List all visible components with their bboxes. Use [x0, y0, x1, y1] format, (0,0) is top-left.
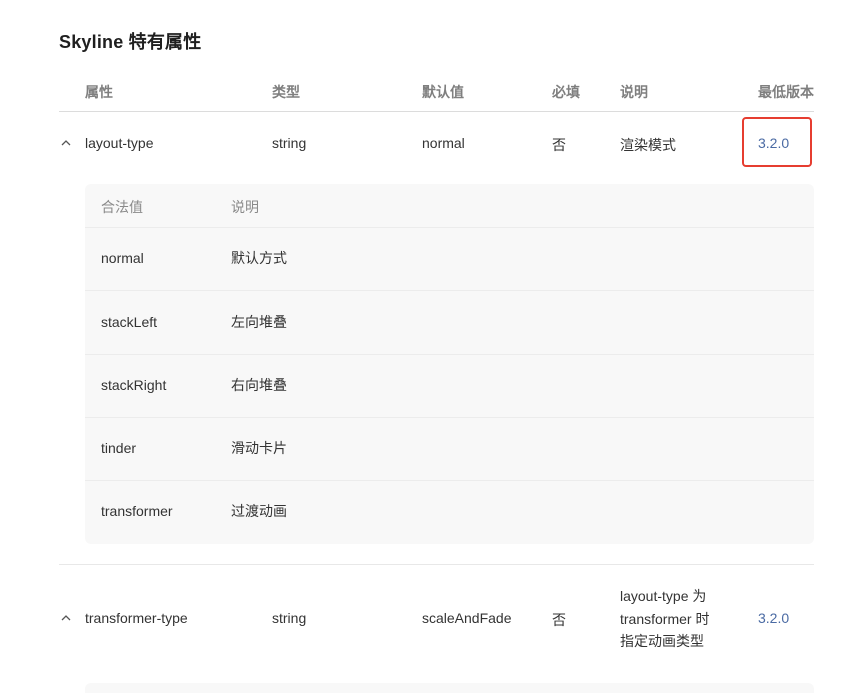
column-header-attr: 属性 [85, 84, 113, 100]
column-header-version: 最低版本 [758, 84, 814, 100]
attr-type: string [272, 610, 307, 626]
attr-default: scaleAndFade [422, 610, 512, 626]
value-desc: 左向堆叠 [231, 314, 287, 330]
value-desc: 默认方式 [231, 250, 287, 266]
attr-name[interactable]: transformer-type [85, 610, 188, 626]
attr-name[interactable]: layout-type [85, 135, 153, 151]
column-header-default: 默认值 [422, 84, 464, 100]
header-divider [59, 111, 814, 112]
values-row: normal 默认方式 [85, 227, 814, 290]
values-row: stackLeft 左向堆叠 [85, 291, 814, 354]
page: { "section": { "title": "Skyline 特有属性" }… [0, 0, 852, 693]
values-row: stackRight 右向堆叠 [85, 354, 814, 417]
row-divider [59, 564, 814, 565]
value-name: normal [101, 250, 144, 266]
attr-version-link[interactable]: 3.2.0 [758, 610, 789, 626]
attr-required: 否 [552, 612, 566, 628]
chevron-up-icon[interactable] [60, 612, 72, 624]
section-title: Skyline 特有属性 [59, 32, 202, 52]
attr-desc-line: 指定动画类型 [620, 633, 704, 649]
attr-type: string [272, 135, 307, 151]
value-name: stackRight [101, 377, 167, 393]
value-name: transformer [101, 503, 173, 519]
value-name: stackLeft [101, 314, 158, 330]
chevron-up-icon[interactable] [60, 137, 72, 149]
values-row: transformer 过渡动画 [85, 480, 814, 543]
attr-desc: 渲染模式 [620, 137, 676, 153]
attr-desc-line: transformer 时 [620, 610, 710, 627]
column-header-desc: 说明 [620, 84, 648, 100]
column-header-type: 类型 [272, 84, 300, 100]
values-table [85, 683, 814, 693]
value-name: tinder [101, 440, 137, 456]
value-desc: 滑动卡片 [231, 440, 287, 456]
highlight-box [742, 117, 812, 167]
values-header-desc: 说明 [231, 199, 259, 215]
values-row: tinder 滑动卡片 [85, 417, 814, 480]
attr-desc: layout-type 为 transformer 时 指定动画类型 [620, 585, 730, 653]
values-table: 合法值 说明 normal 默认方式 stackLeft 左向堆叠 stackR… [85, 184, 814, 544]
values-header-value: 合法值 [101, 199, 143, 215]
value-desc: 过渡动画 [231, 503, 287, 519]
attr-required: 否 [552, 137, 566, 153]
attr-default: normal [422, 135, 465, 151]
value-desc: 右向堆叠 [231, 377, 287, 393]
column-header-required: 必填 [552, 84, 580, 100]
attr-desc-line: layout-type 为 [620, 588, 707, 604]
